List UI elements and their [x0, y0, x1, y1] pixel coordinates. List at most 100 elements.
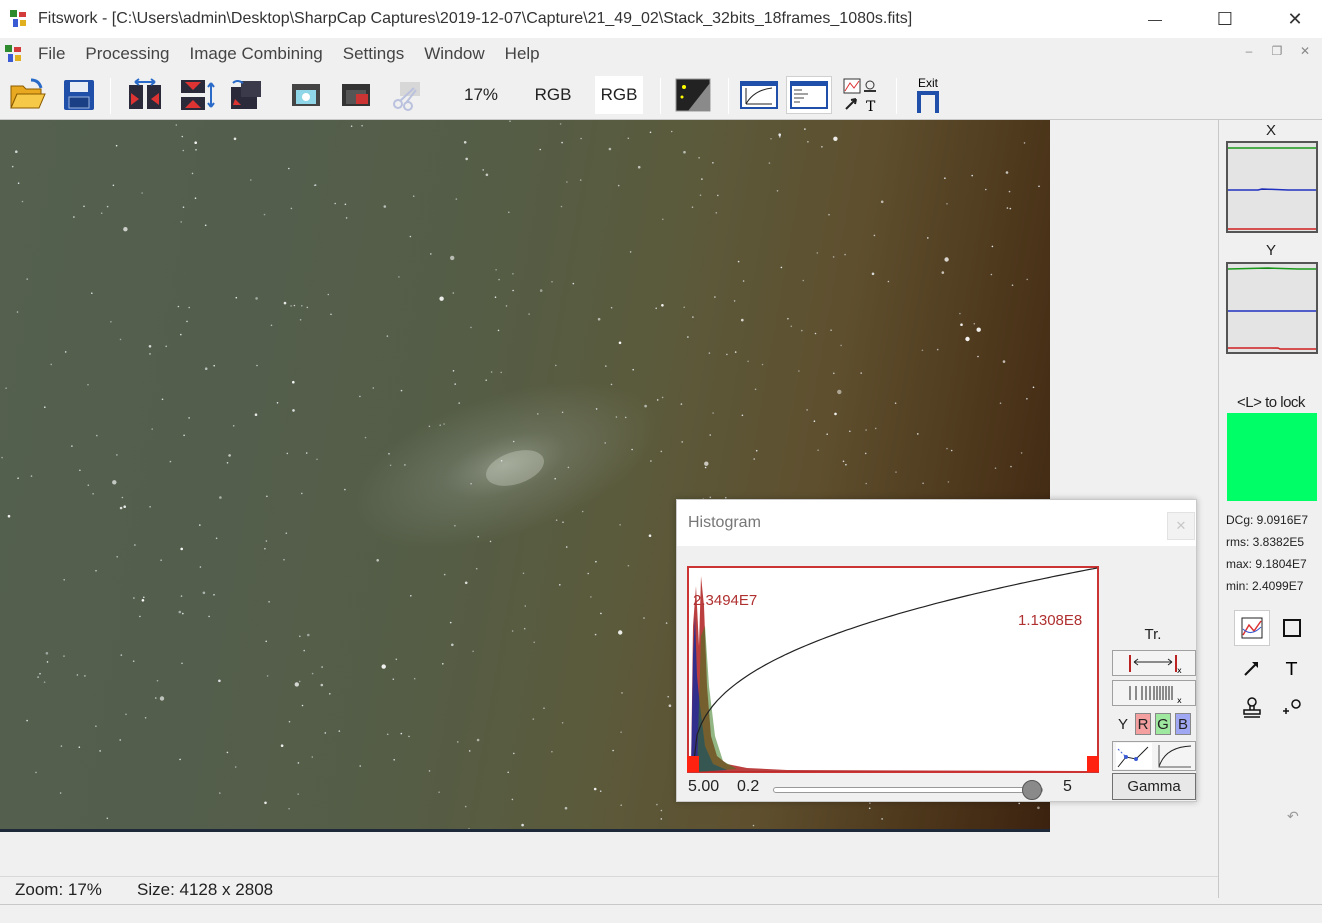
rgb-display-button[interactable]: RGB: [595, 76, 643, 114]
star-dot: [208, 615, 210, 618]
auto-range-button[interactable]: x: [1112, 650, 1196, 676]
star-dot: [133, 597, 135, 599]
undo-icon[interactable]: ↶: [1287, 808, 1299, 825]
star-dot: [372, 387, 375, 389]
star-dot: [139, 615, 141, 618]
star-dot: [285, 532, 288, 534]
star-dot: [655, 307, 657, 310]
star-dot: [218, 679, 221, 683]
image-view-button[interactable]: [286, 76, 326, 114]
log-curve-icon[interactable]: [1157, 743, 1193, 769]
star-dot: [976, 327, 981, 332]
save-button[interactable]: [60, 76, 98, 114]
star-dot: [64, 351, 67, 353]
stat-min: min: 2.4099E7: [1226, 579, 1304, 593]
rgb-mode-button[interactable]: RGB: [528, 76, 578, 114]
menu-file[interactable]: File: [28, 38, 75, 70]
star-dot: [555, 364, 557, 367]
star-dot: [338, 730, 341, 732]
channel-r-toggle[interactable]: R: [1135, 713, 1151, 735]
fitswork-app-icon: [10, 10, 26, 27]
star-dot: [973, 322, 976, 325]
star-dot: [293, 304, 296, 307]
menu-help[interactable]: Help: [495, 38, 550, 70]
star-dot: [946, 447, 948, 450]
star-dot: [833, 136, 838, 141]
gamma-button[interactable]: Gamma: [1112, 773, 1196, 800]
maximize-button[interactable]: ☐: [1202, 0, 1248, 38]
gamma-slider-thumb[interactable]: [1022, 780, 1043, 800]
star-dot: [650, 460, 652, 462]
annotate-tools-button[interactable]: T: [840, 76, 884, 114]
histogram-titlebar[interactable]: Histogram ✕: [677, 500, 1196, 546]
star-dot: [156, 679, 159, 682]
stamp-tool[interactable]: [1234, 690, 1270, 726]
flip-vertical-icon: [181, 80, 215, 110]
crop-button-disabled[interactable]: [386, 76, 426, 114]
star-dot: [428, 425, 431, 428]
star-dot: [587, 572, 589, 575]
histogram-window-icon: [790, 81, 828, 109]
star-dot: [228, 454, 231, 457]
star-dot: [804, 128, 806, 130]
gamma-slider-track[interactable]: [773, 787, 1043, 793]
zoom-level-button[interactable]: 17%: [456, 76, 506, 114]
star-dot: [590, 596, 592, 598]
mdi-close-button[interactable]: ✕: [1294, 40, 1316, 62]
rotate-button[interactable]: [226, 76, 268, 114]
star-dot: [936, 348, 939, 351]
star-marker-tool[interactable]: [1274, 690, 1310, 726]
open-file-button[interactable]: [8, 76, 48, 114]
star-dot: [311, 672, 314, 675]
star-dot: [159, 696, 165, 701]
star-dot: [464, 581, 468, 585]
close-button[interactable]: ✕: [1272, 0, 1318, 38]
graph-tool[interactable]: [1234, 610, 1270, 646]
star-dot: [155, 697, 157, 699]
text-tool[interactable]: T: [1274, 650, 1310, 686]
star-dot: [76, 674, 79, 676]
histogram-close-button[interactable]: ✕: [1167, 512, 1195, 540]
scissors-icon: [393, 82, 420, 111]
star-dot: [255, 297, 258, 300]
star-dot: [301, 305, 303, 307]
histogram-plot[interactable]: 2.3494E7 1.1308E8: [687, 566, 1099, 773]
star-dot: [612, 749, 614, 752]
mdi-minimize-button[interactable]: –: [1238, 40, 1260, 62]
exit-button[interactable]: Exit: [906, 76, 950, 114]
channel-g-toggle[interactable]: G: [1155, 713, 1171, 735]
star-dot: [276, 402, 279, 404]
spline-curve-icon[interactable]: [1115, 743, 1152, 769]
curve-window-button[interactable]: [738, 76, 780, 114]
document-menu-icon[interactable]: [4, 44, 24, 64]
image-copy-button[interactable]: [336, 76, 376, 114]
menu-processing[interactable]: Processing: [75, 38, 179, 70]
minimize-button[interactable]: —: [1132, 0, 1178, 38]
star-dot: [395, 658, 398, 661]
star-map-button[interactable]: [672, 76, 714, 114]
star-dot: [683, 150, 686, 154]
star-dot: [83, 205, 85, 208]
star-dot: [845, 463, 847, 466]
star-dot: [780, 266, 783, 269]
star-dot: [60, 745, 63, 747]
channel-b-toggle[interactable]: B: [1175, 713, 1191, 735]
star-dot: [134, 544, 136, 546]
stretch-button[interactable]: x: [1112, 680, 1196, 706]
star-dot: [498, 278, 500, 281]
histogram-window-button[interactable]: [786, 76, 832, 114]
star-dot: [566, 181, 568, 183]
menu-settings[interactable]: Settings: [333, 38, 414, 70]
mdi-restore-button[interactable]: ❐: [1266, 40, 1288, 62]
star-dot: [620, 804, 622, 806]
menu-image-combining[interactable]: Image Combining: [180, 38, 333, 70]
star-dot: [709, 496, 712, 499]
star-dot: [123, 227, 128, 232]
rectangle-tool[interactable]: [1274, 610, 1310, 646]
channel-y-toggle[interactable]: Y: [1115, 713, 1131, 735]
menu-window[interactable]: Window: [414, 38, 494, 70]
curve-window-icon: [740, 81, 778, 109]
flip-vertical-button[interactable]: [176, 76, 218, 114]
flip-horizontal-button[interactable]: [124, 76, 166, 114]
arrow-tool[interactable]: [1234, 650, 1270, 686]
